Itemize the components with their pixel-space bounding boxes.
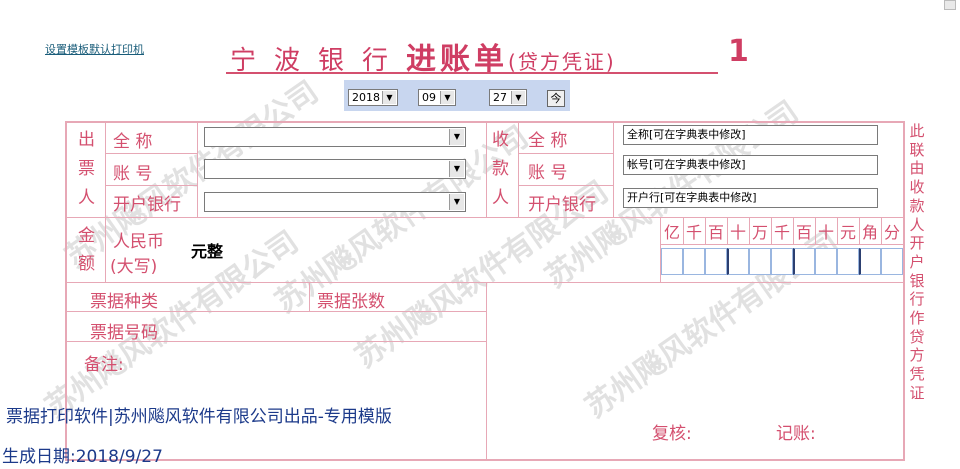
divider <box>486 282 487 460</box>
payee-bank-label: 开户银行 <box>528 195 596 215</box>
divider <box>660 244 905 245</box>
month-value: 09 <box>422 91 436 104</box>
today-button[interactable]: 今 <box>547 90 565 107</box>
digit-header: 千 <box>685 223 702 242</box>
payer-account-combo[interactable]: ▼ <box>204 159 466 179</box>
chevron-down-icon[interactable]: ▼ <box>440 91 454 104</box>
digit-input[interactable] <box>859 248 881 275</box>
chevron-down-icon[interactable]: ▼ <box>382 91 396 104</box>
review-label: 复核: <box>652 424 692 444</box>
divider <box>105 122 106 282</box>
digit-input[interactable] <box>661 248 683 275</box>
divider <box>518 122 519 217</box>
payee-fullname-field[interactable]: 全称[可在字典表中修改] <box>623 125 878 145</box>
divider <box>518 185 613 186</box>
set-default-printer-link[interactable]: 设置模板默认打印机 <box>45 41 144 57</box>
divider <box>683 217 684 244</box>
payer-bank-combo[interactable]: ▼ <box>204 192 466 212</box>
digit-input[interactable] <box>771 248 793 275</box>
digit-input[interactable] <box>705 248 727 275</box>
digit-input[interactable] <box>815 248 837 275</box>
payer-account-label: 账 号 <box>113 164 153 184</box>
year-value: 2018 <box>352 91 380 104</box>
digit-input[interactable] <box>793 248 815 275</box>
digit-input[interactable] <box>727 248 749 275</box>
page-number: 1 <box>728 34 749 69</box>
digit-header: 角 <box>861 223 878 242</box>
payer-fullname-label: 全 称 <box>113 132 153 152</box>
divider <box>727 217 728 244</box>
digit-header: 万 <box>751 223 768 242</box>
divider <box>105 185 197 186</box>
payer-section-label: 出票人 <box>78 130 95 208</box>
divider <box>749 217 750 244</box>
footer-product: 票据打印软件|苏州飚风软件有限公司出品-专用模版 <box>6 407 392 427</box>
amount-label: 金额 <box>78 226 95 274</box>
digit-header: 百 <box>795 223 812 242</box>
side-note: 此联由收款人开户银行作贷方凭证 <box>909 122 925 402</box>
month-select[interactable]: 09 ▼ <box>418 89 456 106</box>
digit-header: 亿 <box>663 223 680 242</box>
chevron-down-icon[interactable]: ▼ <box>449 194 464 210</box>
footer-date: 生成日期:2018/9/27 <box>2 447 163 467</box>
title-underline <box>226 72 718 74</box>
digit-header: 百 <box>707 223 724 242</box>
divider <box>793 217 794 244</box>
ticket-number-label: 票据号码 <box>90 323 158 343</box>
digit-input[interactable] <box>683 248 705 275</box>
digit-header: 十 <box>729 223 746 242</box>
bookkeep-label: 记账: <box>776 424 816 444</box>
rmb-label: 人民币 <box>113 232 164 252</box>
divider <box>815 217 816 244</box>
day-select[interactable]: 27 ▼ <box>489 89 527 106</box>
payee-account-field[interactable]: 帐号[可在字典表中修改] <box>623 155 878 175</box>
ticket-type-label: 票据种类 <box>90 292 158 312</box>
payer-fullname-combo[interactable]: ▼ <box>204 127 466 147</box>
remark-label: 备注: <box>84 355 124 375</box>
chevron-down-icon[interactable]: ▼ <box>511 91 525 104</box>
doc-subtitle: (贷方凭证) <box>508 50 616 74</box>
payee-account-label: 账 号 <box>528 163 568 183</box>
payee-section-label: 收款人 <box>492 130 509 208</box>
year-select[interactable]: 2018 ▼ <box>348 89 398 106</box>
chevron-down-icon[interactable]: ▼ <box>449 161 464 177</box>
divider <box>881 217 882 244</box>
divider <box>486 122 487 217</box>
divider <box>859 217 860 244</box>
payer-bank-label: 开户银行 <box>113 195 181 215</box>
digit-header: 元 <box>839 223 856 242</box>
digit-header: 千 <box>773 223 790 242</box>
divider <box>705 217 706 244</box>
digit-header: 十 <box>817 223 834 242</box>
divider <box>613 122 614 217</box>
divider <box>66 217 905 218</box>
digit-header: 分 <box>883 223 900 242</box>
divider <box>837 217 838 244</box>
scroll-corner[interactable] <box>944 0 956 10</box>
divider <box>771 217 772 244</box>
digit-input[interactable] <box>837 248 859 275</box>
divider <box>518 153 613 154</box>
chevron-down-icon[interactable]: ▼ <box>449 129 464 145</box>
payee-fullname-label: 全 称 <box>528 131 568 151</box>
payee-bank-field[interactable]: 开户行[可在字典表中修改] <box>623 188 878 208</box>
ticket-count-label: 票据张数 <box>317 292 385 312</box>
divider <box>309 282 310 311</box>
digit-input[interactable] <box>881 248 903 275</box>
divider <box>105 153 197 154</box>
divider <box>197 122 198 217</box>
amount-in-words: 元整 <box>191 242 224 261</box>
rmb-sub-label: (大写) <box>110 257 158 277</box>
day-value: 27 <box>493 91 507 104</box>
digit-input[interactable] <box>749 248 771 275</box>
